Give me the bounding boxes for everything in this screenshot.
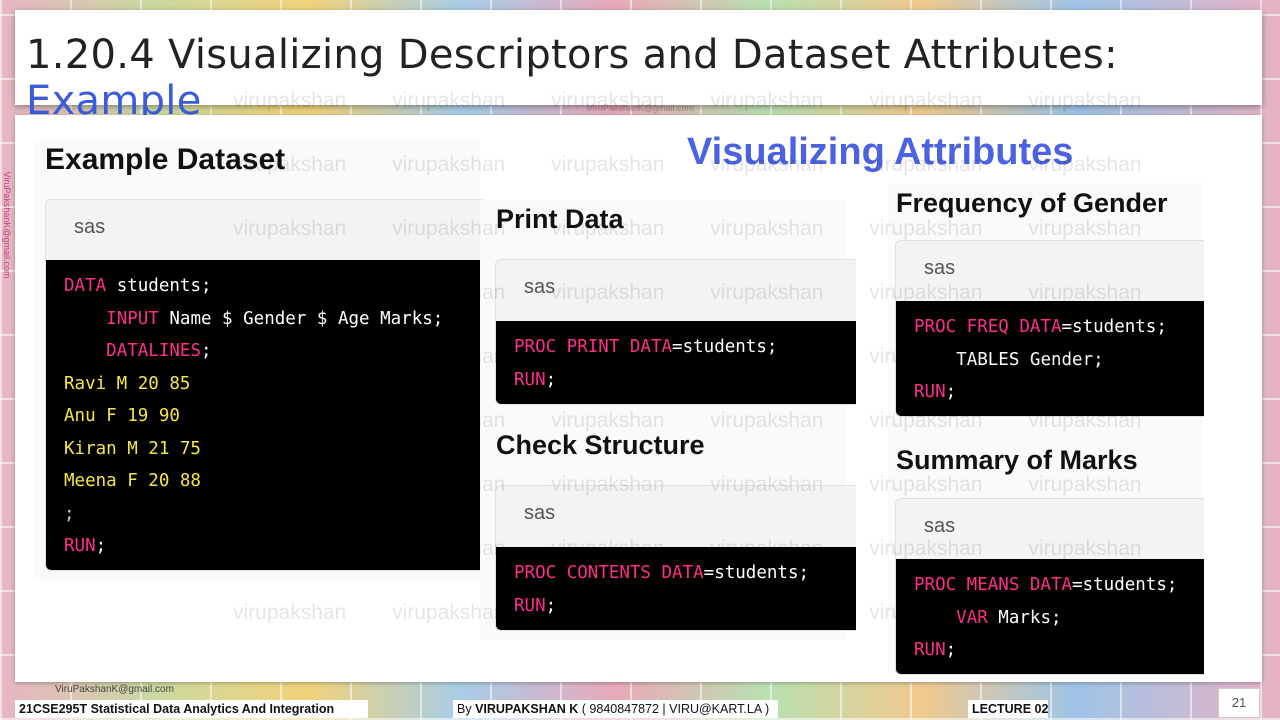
- footer-course: 21CSE295T Statistical Data Analytics And…: [15, 700, 368, 718]
- code-line: RUN;: [914, 640, 957, 660]
- code-line: RUN;: [914, 382, 957, 402]
- print-data-code: PROC PRINT DATA=students; RUN;: [496, 321, 856, 404]
- code-line: RUN;: [64, 536, 107, 556]
- code-line: Ravi M 20 85: [64, 373, 191, 394]
- example-dataset-heading: Example Dataset: [45, 143, 286, 176]
- code-language-label: sas: [524, 276, 556, 298]
- slide-content: Example Dataset sas DATA students; INPUT…: [15, 89, 1262, 682]
- side-email-vertical: ViruPakshanK@gmail.com: [2, 171, 12, 279]
- check-structure-codebox: sas PROC CONTENTS DATA=students; RUN;: [495, 485, 856, 631]
- summary-of-marks-code: PROC MEANS DATA=students; VAR Marks; RUN;: [896, 559, 1204, 674]
- check-structure-code: PROC CONTENTS DATA=students; RUN;: [496, 547, 856, 630]
- code-language-label: sas: [924, 515, 956, 537]
- summary-of-marks-codebox: sas PROC MEANS DATA=students; VAR Marks;…: [895, 498, 1204, 675]
- code-line: Anu F 19 90: [64, 406, 180, 426]
- code-line: RUN;: [514, 595, 557, 616]
- code-language-label: sas: [74, 216, 106, 238]
- footer-lecture: LECTURE 02: [968, 700, 1048, 718]
- frequency-of-gender-heading: Frequency of Gender: [896, 188, 1168, 218]
- frequency-of-gender-code: PROC FREQ DATA=students; TABLES Gender; R…: [896, 301, 1204, 416]
- print-data-codebox: sas PROC PRINT DATA=students; RUN;: [495, 259, 856, 405]
- code-language-label: sas: [924, 257, 956, 279]
- example-dataset-codebox: sas DATA students; INPUT Name $ Gender $…: [45, 199, 487, 571]
- code-line: VAR Marks;: [956, 607, 1062, 628]
- example-dataset-panel: Example Dataset sas DATA students; INPUT…: [33, 140, 487, 580]
- page-number: 21: [1218, 688, 1260, 718]
- code-language-label: sas: [524, 502, 556, 524]
- print-data-heading: Print Data: [496, 204, 624, 234]
- example-dataset-code: DATA students; INPUT Name $ Gender $ Age…: [46, 260, 486, 570]
- check-structure-heading: Check Structure: [496, 430, 705, 460]
- right-column-panel: Frequency of Gender sas PROC FREQ DATA=s…: [888, 183, 1204, 675]
- code-line: Meena F 20 88: [64, 471, 201, 491]
- visualizing-attributes-heading: Visualizing Attributes: [687, 131, 1074, 173]
- code-line: ;: [64, 503, 75, 524]
- summary-of-marks-heading: Summary of Marks: [896, 445, 1138, 475]
- frequency-of-gender-codebox: sas PROC FREQ DATA=students; TABLES Gend…: [895, 240, 1204, 417]
- code-line: RUN;: [514, 369, 557, 390]
- slide-title-main: 1.20.4 Visualizing Descriptors and Datas…: [26, 32, 1118, 78]
- email-watermark-small: ViruPakshanK@gmail.com: [587, 103, 695, 113]
- footer-author: By VIRUPAKSHAN K ( 9840847872 | VIRU@KAR…: [453, 700, 778, 718]
- code-line: INPUT Name $ Gender $ Age Marks;: [106, 308, 444, 329]
- code-line: PROC FREQ DATA=students;: [914, 317, 1167, 337]
- code-line: PROC PRINT DATA=students;: [514, 337, 778, 357]
- code-line: PROC CONTENTS DATA=students;: [514, 563, 810, 583]
- code-line: DATALINES;: [106, 341, 212, 361]
- code-line: TABLES Gender;: [956, 349, 1104, 370]
- code-line: PROC MEANS DATA=students;: [914, 575, 1178, 595]
- middle-column-panel: Print Data sas PROC PRINT DATA=students;…: [480, 200, 856, 640]
- title-bar: 1.20.4 Visualizing Descriptors and Datas…: [15, 10, 1262, 124]
- code-line: Kiran M 21 75: [64, 438, 201, 459]
- code-line: DATA students;: [64, 276, 212, 296]
- footer-email: ViruPakshanK@gmail.com: [55, 684, 174, 695]
